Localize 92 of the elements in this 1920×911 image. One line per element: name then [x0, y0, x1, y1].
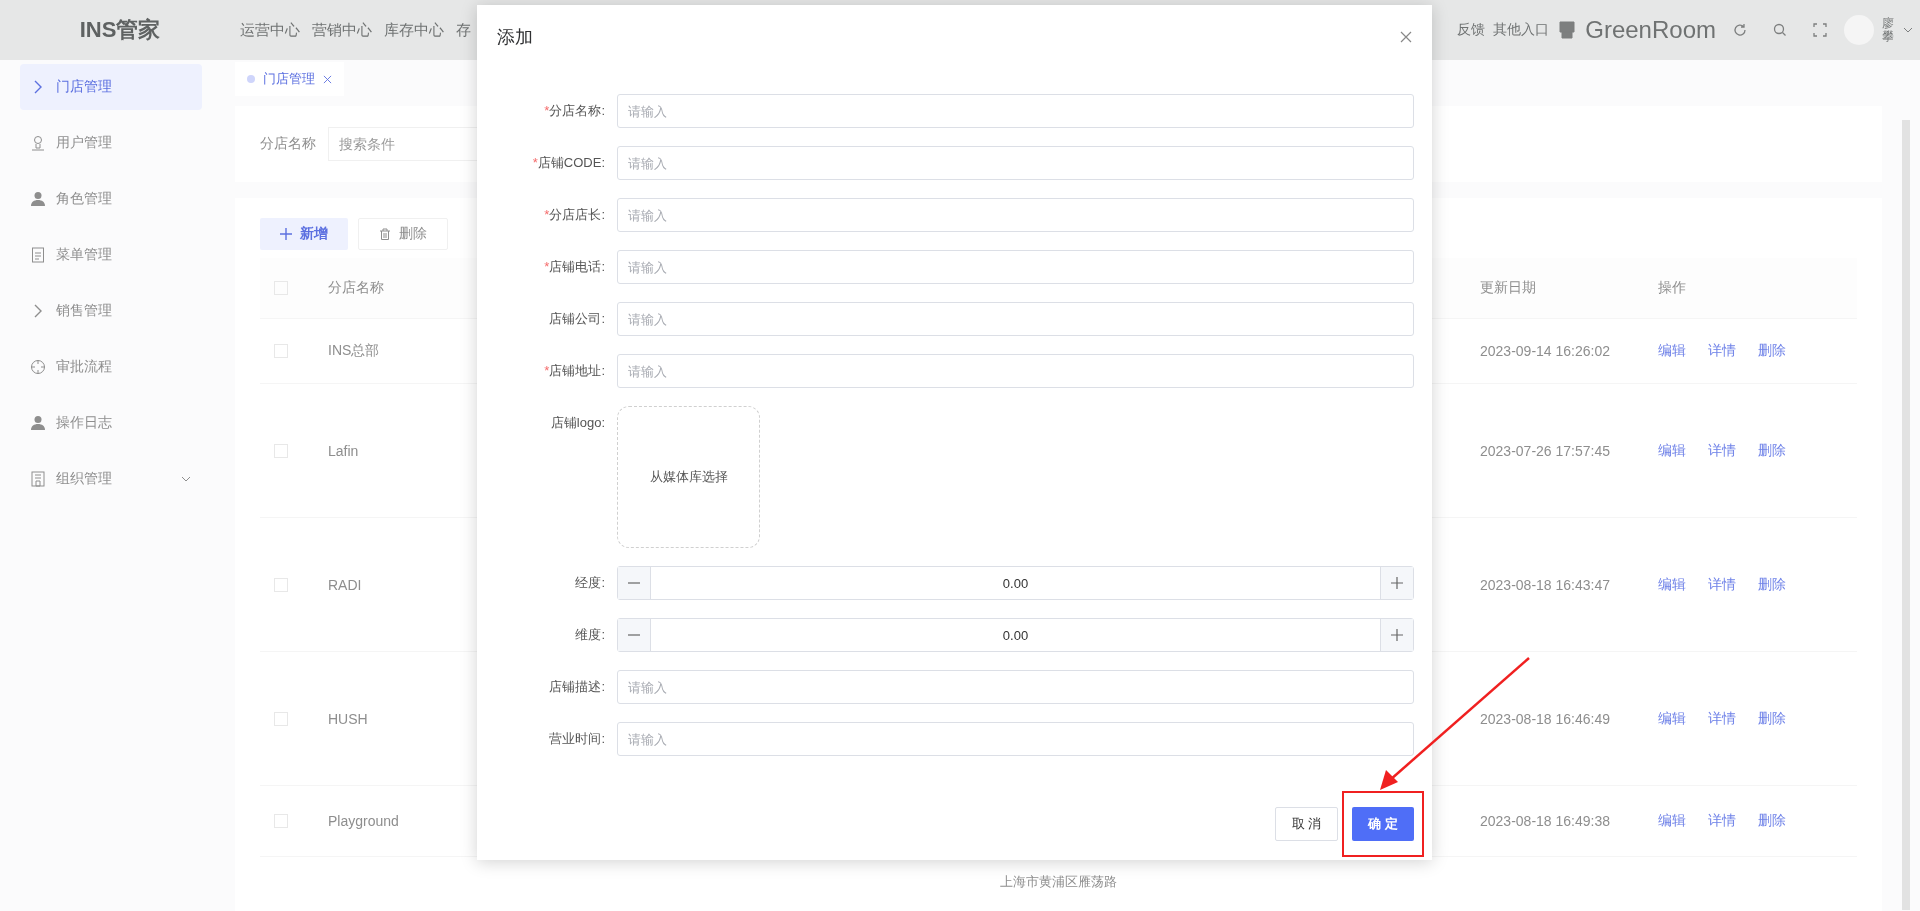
table-cell: INS总部: [328, 342, 380, 358]
cancel-button[interactable]: 取 消: [1274, 807, 1339, 841]
field-label: *店铺CODE:: [531, 154, 606, 172]
refresh-icon[interactable]: [1732, 22, 1748, 38]
table-cell: HUSH: [328, 710, 368, 727]
nav-link[interactable]: 库存中心: [384, 20, 444, 40]
sidebar-item[interactable]: 用户管理: [20, 120, 202, 166]
column-header: 分店名称: [328, 279, 384, 295]
table-cell: 2023-08-18 16:46:49: [1480, 710, 1610, 727]
user-name[interactable]: 廖攀: [1882, 16, 1894, 44]
table-cell: 2023-08-18 16:43:47: [1480, 576, 1610, 593]
building-icon: [30, 471, 46, 487]
add-button[interactable]: 新增: [260, 218, 348, 250]
plus-icon[interactable]: [1391, 577, 1403, 589]
input-field[interactable]: 请输入: [617, 354, 1414, 388]
nav-link[interactable]: 存: [456, 20, 471, 40]
sidebar-item[interactable]: 菜单管理: [20, 232, 202, 278]
action-link[interactable]: 详情: [1708, 342, 1736, 360]
field-label: *分店店长:: [543, 206, 606, 224]
action-link[interactable]: 编辑: [1658, 709, 1686, 728]
number-input[interactable]: 0.00: [617, 566, 1414, 600]
table-cell: 2023-07-26 17:57:45: [1480, 442, 1610, 459]
column-header: 更新日期: [1480, 279, 1536, 295]
input-field[interactable]: 请输入: [617, 94, 1414, 128]
scrollbar[interactable]: [1902, 120, 1910, 910]
nav-link[interactable]: 营销中心: [312, 20, 372, 40]
action-link[interactable]: 删除: [1758, 342, 1786, 360]
confirm-button[interactable]: 确 定: [1352, 807, 1414, 841]
sidebar-item[interactable]: 操作日志: [20, 400, 202, 446]
header-link[interactable]: 反馈: [1457, 21, 1486, 39]
column-header: 操作: [1658, 279, 1686, 297]
user-icon: [30, 135, 46, 151]
action-link[interactable]: 详情: [1708, 812, 1736, 830]
nav-link[interactable]: 运营中心: [240, 20, 300, 40]
sidebar-item[interactable]: 门店管理: [20, 64, 202, 110]
action-link[interactable]: 删除: [1758, 709, 1786, 728]
tab-dot: [247, 75, 255, 83]
dialog-title: 添加: [497, 26, 533, 49]
field-label: *分店名称:: [543, 102, 606, 120]
close-icon[interactable]: [323, 74, 332, 84]
number-input[interactable]: 0.00: [617, 618, 1414, 652]
fullscreen-icon[interactable]: [1812, 22, 1828, 38]
table-cell: Playground: [328, 813, 399, 829]
sidebar-item[interactable]: 审批流程: [20, 344, 202, 390]
table-cell: Lafin: [328, 442, 359, 459]
action-link[interactable]: 编辑: [1658, 441, 1686, 460]
user-icon: [30, 415, 46, 431]
field-label: 维度:: [574, 626, 606, 644]
plus-icon: [280, 228, 292, 240]
trash-icon: [379, 228, 391, 240]
field-label: 经度:: [574, 574, 606, 592]
input-field[interactable]: 请输入: [617, 198, 1414, 232]
footer-text: 上海市黄浦区雁荡路: [1000, 874, 1117, 889]
user-icon: [30, 191, 46, 207]
store-name[interactable]: GreenRoom: [1585, 16, 1716, 44]
table-cell: 2023-09-14 16:26:02: [1480, 343, 1610, 359]
app-logo: INS管家: [78, 16, 162, 44]
sidebar-item[interactable]: 组织管理: [20, 456, 202, 502]
field-label: 店铺公司:: [548, 310, 606, 328]
input-field[interactable]: 请输入: [617, 146, 1414, 180]
document-icon: [30, 247, 46, 263]
action-link[interactable]: 删除: [1758, 575, 1786, 594]
input-field[interactable]: 请输入: [617, 670, 1414, 704]
field-label: 店铺logo:: [549, 414, 606, 432]
input-field[interactable]: 请输入: [617, 722, 1414, 756]
action-link[interactable]: 详情: [1708, 709, 1736, 728]
sidebar-item[interactable]: 销售管理: [20, 288, 202, 334]
upload-box[interactable]: 从媒体库选择: [617, 406, 760, 548]
field-label: *店铺地址:: [543, 362, 606, 380]
header-link[interactable]: 其他入口: [1493, 21, 1550, 39]
sidebar-item[interactable]: 角色管理: [20, 176, 202, 222]
action-link[interactable]: 删除: [1758, 441, 1786, 460]
action-link[interactable]: 编辑: [1658, 575, 1686, 594]
delete-button[interactable]: 删除: [358, 218, 448, 250]
plus-icon[interactable]: [1391, 629, 1403, 641]
field-label: 营业时间:: [548, 730, 606, 748]
input-field[interactable]: 请输入: [617, 302, 1414, 336]
crosshair-icon: [30, 359, 46, 375]
action-link[interactable]: 删除: [1758, 812, 1786, 830]
table-cell: 2023-08-18 16:49:38: [1480, 813, 1610, 829]
action-link[interactable]: 编辑: [1658, 812, 1686, 830]
input-field[interactable]: 请输入: [617, 250, 1414, 284]
action-link[interactable]: 编辑: [1658, 342, 1686, 360]
search-label: 分店名称: [260, 135, 316, 153]
action-link[interactable]: 详情: [1708, 575, 1736, 594]
search-icon[interactable]: [1772, 22, 1788, 38]
field-label: 店铺描述:: [548, 678, 606, 696]
field-label: *店铺电话:: [543, 258, 606, 276]
page-tab[interactable]: 门店管理: [235, 62, 344, 96]
action-link[interactable]: 详情: [1708, 441, 1736, 460]
table-cell: RADI: [328, 576, 362, 593]
close-icon[interactable]: [1400, 31, 1412, 43]
